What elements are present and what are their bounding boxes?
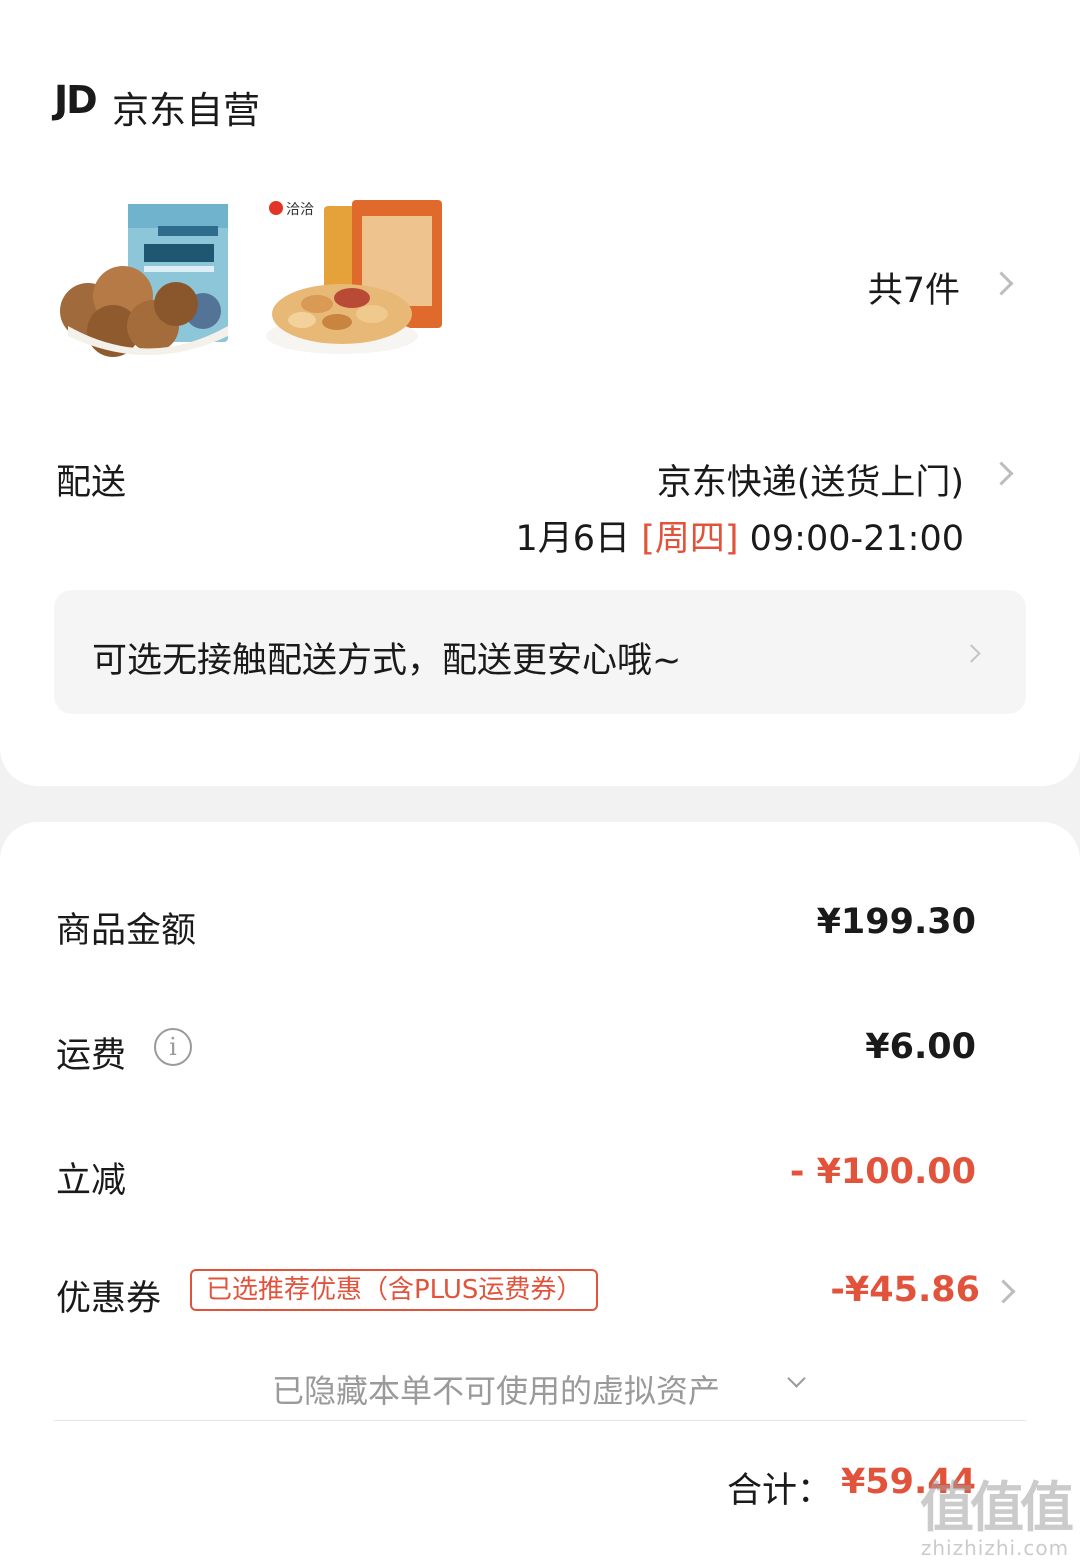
chevron-right-icon (962, 644, 981, 663)
total-label: 合计： (726, 1471, 832, 1511)
divider (54, 1420, 1026, 1421)
delivery-method[interactable]: 京东快递(送货上门) (657, 454, 964, 505)
instant-discount-label: 立减 (56, 1161, 127, 1201)
jd-logo: JD (54, 78, 98, 122)
chevron-right-icon[interactable] (991, 1279, 1016, 1304)
peanut-package-image: 洽洽 (266, 200, 442, 354)
coupon-recommended-badge[interactable]: 已选推荐优惠（含PLUS运费券） (190, 1269, 599, 1311)
order-card: JD 京东自营 洽洽 共7件 配送 京东快递(送货上门) 1月6日 [周四] 0… (0, 0, 1080, 786)
goods-amount-value: ¥199.30 (816, 902, 976, 942)
watermark-logo: 值值值 (920, 1476, 1074, 1539)
shipping-fee-label: 运费 (56, 1036, 127, 1076)
walnut-package-image (60, 204, 228, 357)
info-icon[interactable]: i (154, 1028, 192, 1066)
contactless-delivery-banner[interactable]: 可选无接触配送方式，配送更安心哦~ (54, 590, 1026, 714)
price-summary-card: 商品金额 ¥199.30 运费 i ¥6.00 立减 - ¥100.00 优惠券… (0, 822, 1080, 1568)
delivery-time[interactable]: 1月6日 [周四] 09:00-21:00 (516, 510, 965, 561)
chevron-down-icon[interactable] (787, 1369, 806, 1388)
delivery-time-range: 09:00-21:00 (749, 519, 964, 559)
item-count[interactable]: 共7件 (868, 262, 960, 313)
peanut-brand-logo: 洽洽 (286, 202, 314, 218)
contactless-delivery-text: 可选无接触配送方式，配送更安心哦~ (92, 641, 682, 681)
product-thumbnail-walnut[interactable] (58, 196, 240, 362)
hidden-assets-toggle[interactable]: 已隐藏本单不可使用的虚拟资产 (272, 1366, 720, 1412)
shop-name: 京东自营 (112, 89, 260, 132)
delivery-weekday: [周四] (641, 519, 739, 559)
delivery-label: 配送 (56, 463, 127, 503)
coupon-value[interactable]: -¥45.86 (830, 1270, 980, 1310)
watermark-url: zhizhizhi.com (920, 1536, 1070, 1560)
chevron-right-icon[interactable] (989, 461, 1014, 486)
shipping-fee-value: ¥6.00 (865, 1027, 976, 1067)
goods-amount-label: 商品金额 (56, 911, 197, 951)
chevron-right-icon[interactable] (989, 271, 1014, 296)
coupon-label: 优惠券 (56, 1279, 162, 1319)
product-thumbnail-peanuts[interactable]: 洽洽 (262, 196, 444, 362)
instant-discount-value: - ¥100.00 (789, 1152, 976, 1192)
delivery-date: 1月6日 (515, 519, 631, 559)
watermark: 值值值 zhizhizhi.com (920, 1476, 1074, 1561)
